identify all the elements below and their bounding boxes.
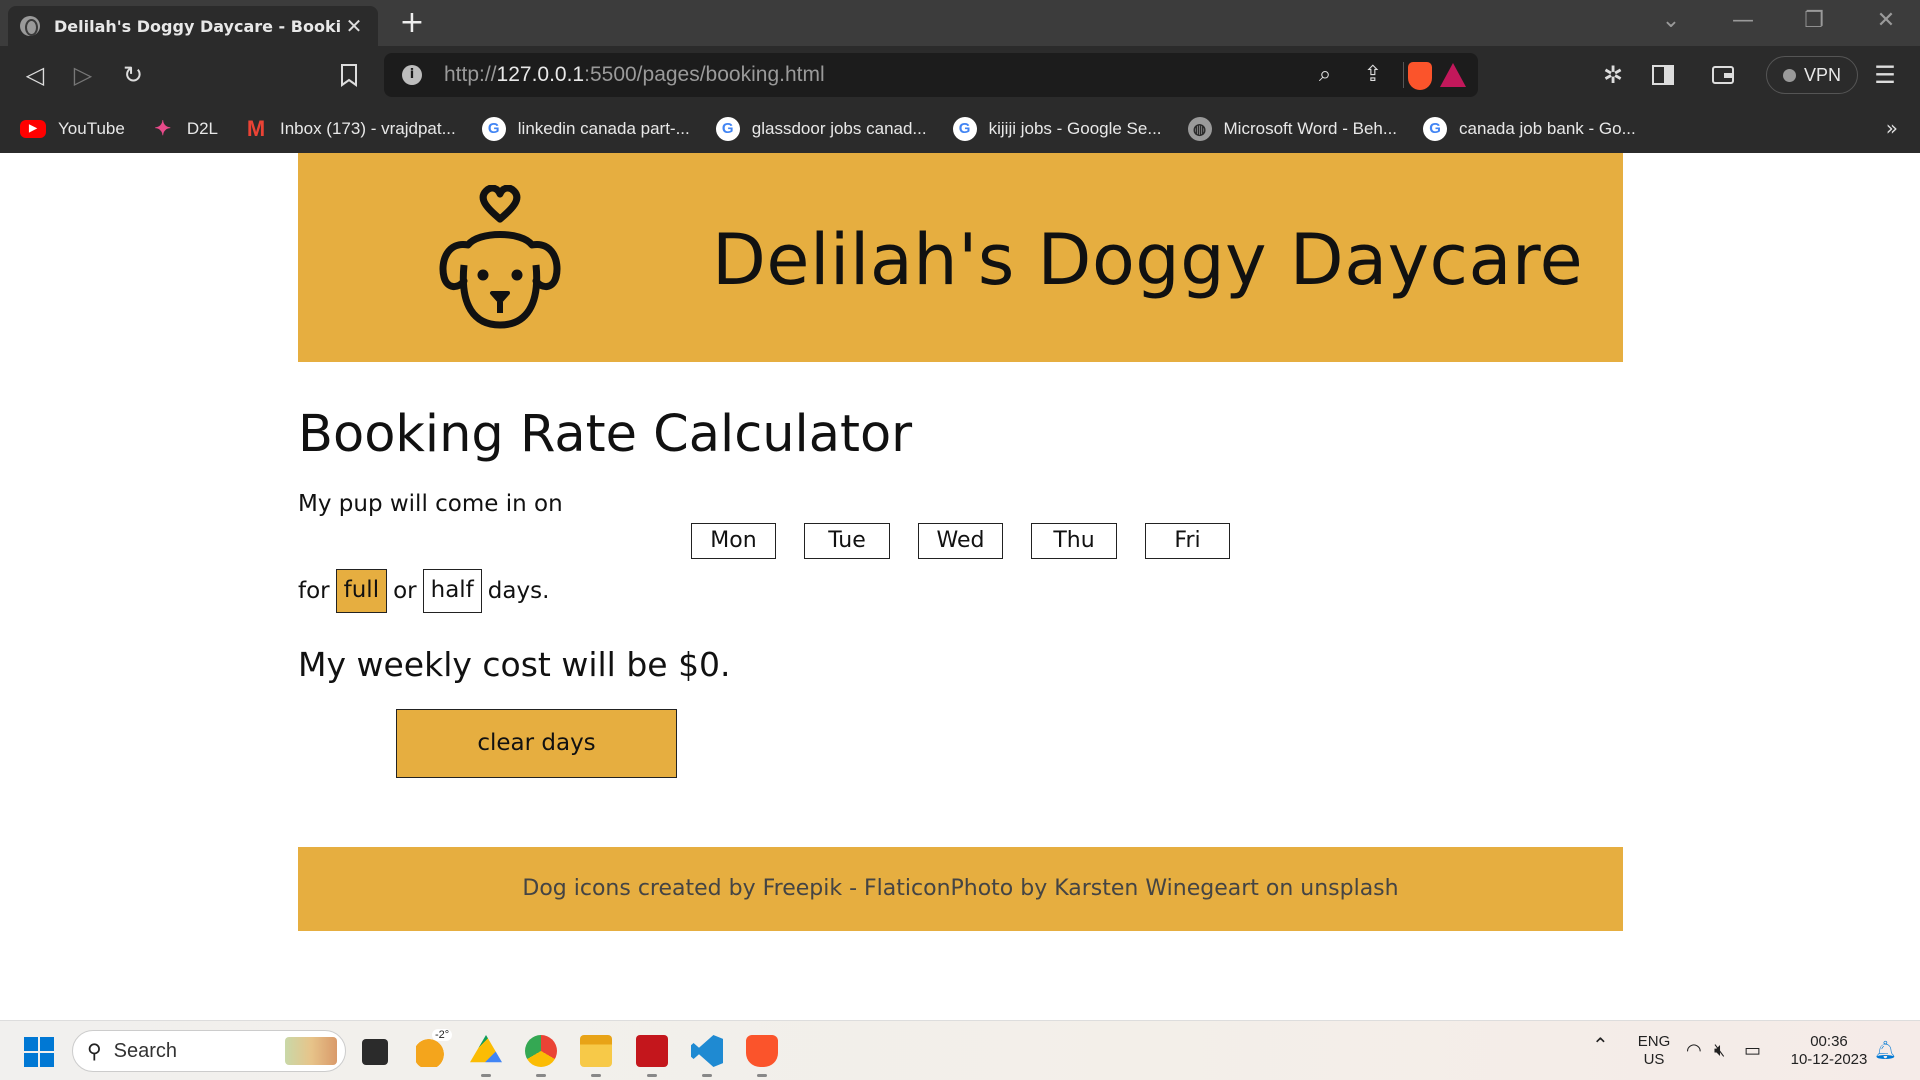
search-placeholder: Search	[113, 1039, 178, 1062]
clock-time: 00:36	[1810, 1033, 1848, 1050]
day-button-tue[interactable]: Tue	[804, 523, 890, 559]
search-icon: ⚲	[87, 1040, 102, 1063]
task-view-icon[interactable]	[362, 1039, 388, 1065]
tab-title: Delilah's Doggy Daycare - Booking Rate C…	[54, 16, 342, 36]
zoom-icon[interactable]: ⌕	[1309, 59, 1341, 91]
bookmark-job-bank-search[interactable]: Gcanada job bank - Go...	[1423, 116, 1636, 141]
bookmarks-bar: ▶ YouTube ✦ D2L M Inbox (173) - vrajdpat...…	[0, 104, 1920, 153]
brave-rewards-icon[interactable]	[1440, 63, 1466, 87]
pup-days-label: My pup will come in on	[298, 491, 563, 517]
volume-muted-icon[interactable]: 🔇︎	[1714, 1041, 1725, 1059]
vpn-status-icon	[1782, 68, 1796, 82]
new-tab-button[interactable]: +	[396, 6, 428, 40]
half-day-option[interactable]: half	[422, 569, 482, 613]
windows-taskbar: ⚲ Search -2° ⌃ ENG US ◠ 🔇︎ ▭ 00:36 10-12…	[0, 1020, 1920, 1080]
google-drive-icon[interactable]	[470, 1035, 502, 1063]
google-icon: G	[481, 116, 506, 141]
clock-date: 10-12-2023	[1790, 1051, 1868, 1068]
notification-bell-icon[interactable]: 🔔︎	[1874, 1041, 1897, 1059]
bookmark-linkedin-search[interactable]: Glinkedin canada part-...	[481, 116, 690, 141]
browser-toolbar: ◁ ▷ ↻ i http://127.0.0.1:5500/pages/book…	[0, 46, 1920, 104]
share-icon[interactable]: ⇪	[1357, 59, 1389, 91]
more-bookmarks-icon[interactable]: »	[1886, 116, 1898, 140]
day-button-mon[interactable]: Mon	[691, 523, 776, 559]
minimize-icon[interactable]: —	[1723, 8, 1763, 33]
bookmark-microsoft-word[interactable]: ◍ Microsoft Word - Beh...	[1187, 116, 1397, 141]
keyboard-layout: US	[1643, 1051, 1665, 1068]
search-highlight-image	[285, 1037, 337, 1065]
close-window-icon[interactable]: ✕	[1866, 8, 1906, 33]
day-button-thu[interactable]: Thu	[1031, 523, 1117, 559]
or-label: or	[393, 578, 417, 604]
globe-icon	[20, 16, 40, 36]
address-bar[interactable]: i http://127.0.0.1:5500/pages/booking.ht…	[384, 53, 1478, 97]
globe-icon: ◍	[1187, 116, 1212, 141]
running-indicator	[536, 1074, 546, 1077]
forward-icon[interactable]: ▷	[66, 58, 100, 92]
dog-logo-icon	[439, 185, 561, 329]
wallet-icon[interactable]	[1706, 58, 1740, 92]
sidebar-icon[interactable]	[1646, 58, 1680, 92]
site-info-icon[interactable]: i	[402, 65, 422, 85]
days-label: days.	[487, 578, 550, 604]
brave-shields-icon[interactable]	[1408, 62, 1432, 90]
site-header: Delilah's Doggy Daycare	[298, 153, 1623, 362]
close-tab-icon[interactable]: ✕	[342, 14, 366, 38]
running-indicator	[757, 1074, 767, 1077]
tab-search-chevron-icon[interactable]: ⌄	[1651, 8, 1691, 33]
gmail-icon: M	[246, 115, 266, 141]
site-title: Delilah's Doggy Daycare	[712, 219, 1584, 301]
google-icon: G	[1423, 116, 1448, 141]
taskbar-search-box[interactable]: ⚲ Search	[72, 1030, 346, 1072]
full-day-option[interactable]: full	[335, 569, 388, 613]
site-footer: Dog icons created by Freepik - FlaticonP…	[298, 847, 1623, 931]
for-label: for	[298, 578, 330, 604]
clock[interactable]: 00:36 10-12-2023	[1782, 1033, 1876, 1069]
running-indicator	[647, 1074, 657, 1077]
menu-icon[interactable]: ☰	[1868, 58, 1902, 92]
restore-icon[interactable]: ❐	[1794, 8, 1834, 33]
google-icon: G	[952, 116, 977, 141]
battery-icon[interactable]: ▭	[1744, 1041, 1761, 1059]
bookmark-d2l[interactable]: ✦ D2L	[151, 117, 218, 141]
chrome-icon[interactable]	[525, 1035, 557, 1067]
url-text: http://127.0.0.1:5500/pages/booking.html	[444, 63, 825, 86]
d2l-icon: ✦	[154, 118, 172, 140]
duration-row: for full or half days.	[298, 569, 555, 613]
extensions-icon[interactable]: ✲	[1596, 58, 1630, 92]
back-icon[interactable]: ◁	[18, 58, 52, 92]
page-title: Booking Rate Calculator	[298, 405, 913, 464]
file-explorer-icon[interactable]	[580, 1035, 612, 1067]
google-icon: G	[715, 116, 740, 141]
running-indicator	[481, 1074, 491, 1077]
weekly-cost-text: My weekly cost will be $0.	[298, 645, 731, 684]
windows-start-icon[interactable]	[24, 1037, 54, 1067]
divider	[1403, 62, 1404, 88]
bookmark-youtube[interactable]: ▶ YouTube	[20, 119, 125, 139]
vpn-button[interactable]: VPN	[1766, 56, 1858, 94]
vpn-label: VPN	[1803, 64, 1841, 85]
youtube-icon: ▶	[20, 119, 46, 138]
bookmark-kijiji-search[interactable]: Gkijiji jobs - Google Se...	[952, 116, 1162, 141]
show-hidden-icons-chevron-icon[interactable]: ⌃	[1592, 1036, 1609, 1056]
running-indicator	[702, 1074, 712, 1077]
bookmark-gmail[interactable]: M Inbox (173) - vrajdpat...	[244, 115, 456, 141]
acrobat-icon[interactable]	[636, 1035, 668, 1067]
clear-days-button[interactable]: clear days	[396, 709, 677, 778]
day-button-fri[interactable]: Fri	[1145, 523, 1230, 559]
day-button-wed[interactable]: Wed	[918, 523, 1003, 559]
language-indicator[interactable]: ENG US	[1634, 1033, 1674, 1069]
reload-icon[interactable]: ↻	[116, 58, 150, 92]
bookmark-glassdoor-search[interactable]: Gglassdoor jobs canad...	[715, 116, 927, 141]
bookmark-icon[interactable]	[332, 58, 366, 92]
brave-icon[interactable]	[746, 1035, 778, 1067]
weather-temperature: -2°	[432, 1029, 453, 1041]
wifi-icon[interactable]: ◠	[1686, 1041, 1702, 1059]
vscode-icon[interactable]	[691, 1035, 723, 1067]
running-indicator	[591, 1074, 601, 1077]
page-viewport: Delilah's Doggy Daycare Booking Rate Cal…	[0, 153, 1920, 1020]
browser-title-bar: Delilah's Doggy Daycare - Booking Rate C…	[0, 0, 1920, 46]
browser-tab-active[interactable]: Delilah's Doggy Daycare - Booking Rate C…	[8, 6, 378, 46]
language-code: ENG	[1637, 1033, 1671, 1050]
